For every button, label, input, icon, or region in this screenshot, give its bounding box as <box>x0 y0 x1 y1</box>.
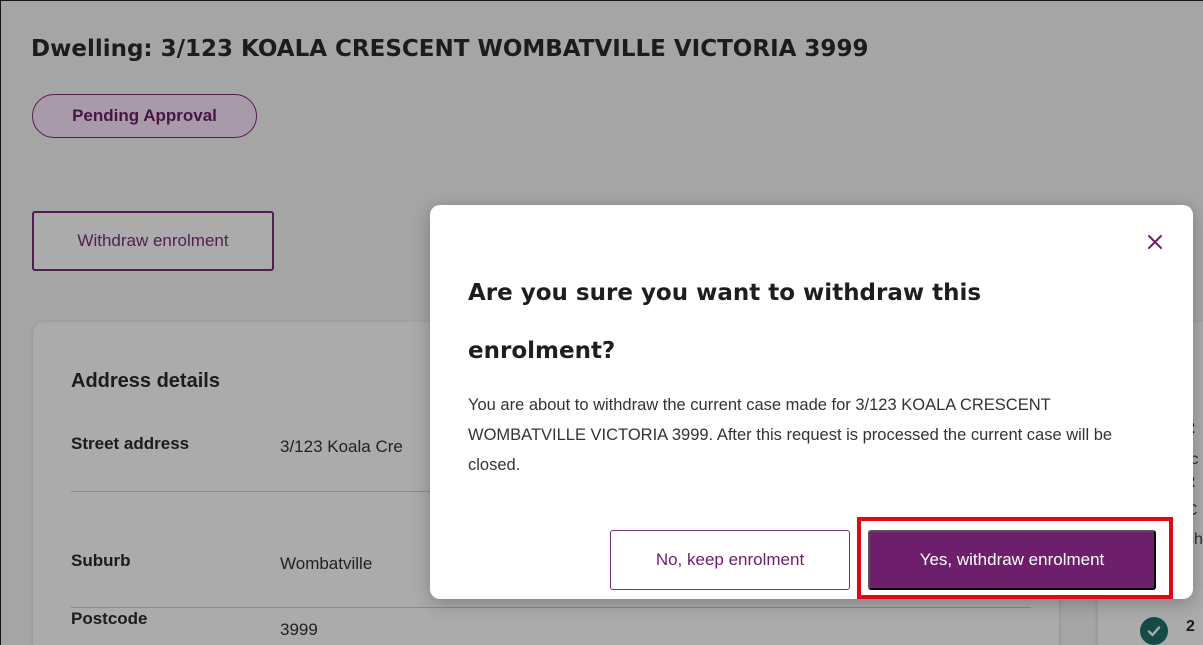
dialog-message: You are about to withdraw the current ca… <box>468 396 1113 474</box>
keep-enrolment-button[interactable]: No, keep enrolment <box>610 530 850 590</box>
dialog-title: Are you sure you want to withdraw this e… <box>468 280 982 364</box>
close-icon[interactable] <box>1144 231 1166 253</box>
confirm-withdraw-button[interactable]: Yes, withdraw enrolment <box>868 530 1156 590</box>
